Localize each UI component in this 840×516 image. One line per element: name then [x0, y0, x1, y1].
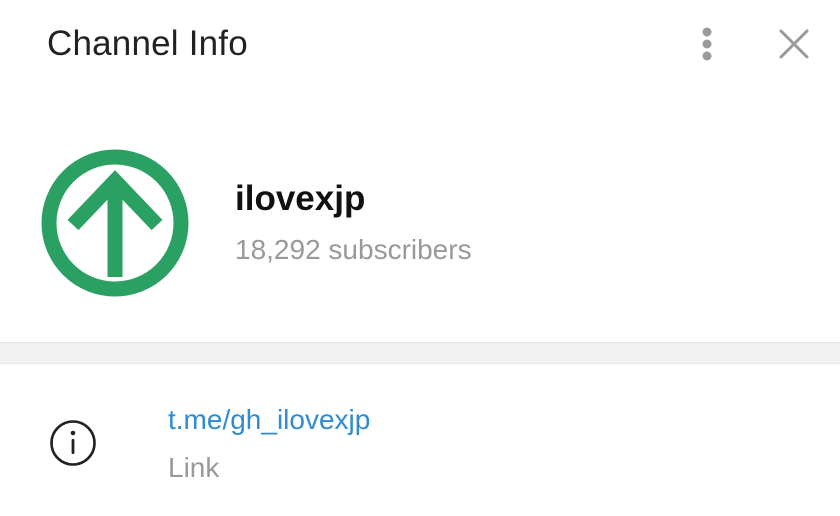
subscriber-count: 18,292 subscribers: [235, 234, 472, 265]
more-vertical-icon: [702, 27, 712, 61]
header: Channel Info: [0, 0, 840, 92]
channel-link[interactable]: t.me/gh_ilovexjp: [168, 402, 370, 438]
link-caption: Link: [168, 452, 220, 483]
info-icon: [48, 418, 98, 468]
section-divider: [0, 342, 840, 364]
channel-name: ilovexjp: [235, 179, 366, 218]
channel-profile: ilovexjp 18,292 subscribers: [0, 92, 840, 342]
more-options-button[interactable]: [690, 24, 724, 68]
close-icon: [779, 29, 809, 59]
avatar[interactable]: [40, 148, 190, 298]
channel-link-row: t.me/gh_ilovexjp Link: [0, 364, 840, 516]
close-button[interactable]: [772, 24, 816, 68]
page-title: Channel Info: [47, 24, 248, 63]
up-arrow-circle-icon: [41, 149, 189, 297]
